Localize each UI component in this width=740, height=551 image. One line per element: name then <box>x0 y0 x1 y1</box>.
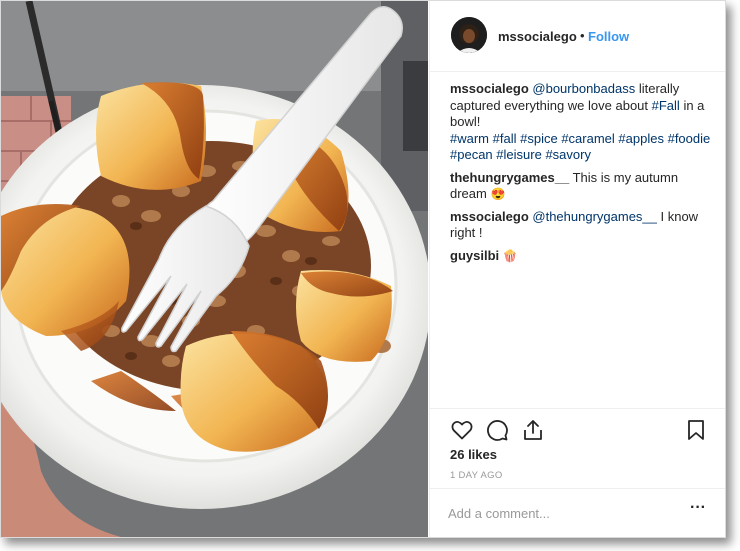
comment-input[interactable] <box>448 503 678 523</box>
comment-link[interactable]: @thehungrygames__ <box>532 209 657 224</box>
post-photo[interactable] <box>1 1 428 537</box>
add-comment-bar: ··· <box>430 488 725 537</box>
comment-text: 🍿 <box>502 248 518 263</box>
hashtag-link[interactable]: #caramel <box>561 131 614 146</box>
comment-item: guysilbi 🍿 <box>450 248 712 265</box>
avatar-portrait-icon <box>451 17 487 53</box>
photo-illustration <box>1 1 428 537</box>
header-separator: • <box>580 28 585 43</box>
hashtag-link[interactable]: #savory <box>545 147 591 162</box>
instagram-post-window: mssocialego • Follow mssocialego @bourbo… <box>0 0 726 538</box>
comment-item: thehungrygames__ This is my autumn dream… <box>450 170 712 203</box>
action-bar <box>430 408 725 449</box>
share-icon[interactable] <box>521 418 545 442</box>
more-options-button[interactable]: ··· <box>688 498 708 518</box>
comment-icon[interactable] <box>485 418 509 442</box>
bookmark-icon[interactable] <box>684 418 708 442</box>
comment-item: mssocialego @bourbonbadass literally cap… <box>450 81 712 164</box>
hashtag-link[interactable]: #pecan <box>450 147 493 162</box>
hashtag-link[interactable]: #foodie <box>668 131 711 146</box>
comment-link[interactable]: #Fall <box>652 98 680 113</box>
comment-username[interactable]: guysilbi <box>450 248 499 263</box>
post-header: mssocialego • Follow <box>430 1 725 72</box>
hashtag-link[interactable]: #apples <box>618 131 664 146</box>
post-timestamp: 1 DAY AGO <box>450 470 503 481</box>
avatar[interactable] <box>451 17 487 53</box>
hashtag-link[interactable]: #leisure <box>496 147 542 162</box>
hashtag-link[interactable]: #spice <box>520 131 558 146</box>
comment-link[interactable]: @bourbonbadass <box>532 81 635 96</box>
hashtag-link[interactable]: #fall <box>493 131 517 146</box>
comments-list: mssocialego @bourbonbadass literally cap… <box>450 81 712 270</box>
comment-item: mssocialego @thehungrygames__ I know rig… <box>450 209 712 242</box>
follow-button[interactable]: Follow <box>588 29 629 44</box>
author-username[interactable]: mssocialego <box>498 29 577 44</box>
comment-username[interactable]: mssocialego <box>450 209 529 224</box>
hashtag-link[interactable]: #warm <box>450 131 489 146</box>
comment-username[interactable]: mssocialego <box>450 81 529 96</box>
post-side-panel: mssocialego • Follow mssocialego @bourbo… <box>429 1 725 537</box>
comment-text: 😍 <box>490 187 506 201</box>
like-count[interactable]: 26 likes <box>450 447 497 462</box>
heart-icon[interactable] <box>450 418 474 442</box>
comment-username[interactable]: thehungrygames__ <box>450 170 569 185</box>
